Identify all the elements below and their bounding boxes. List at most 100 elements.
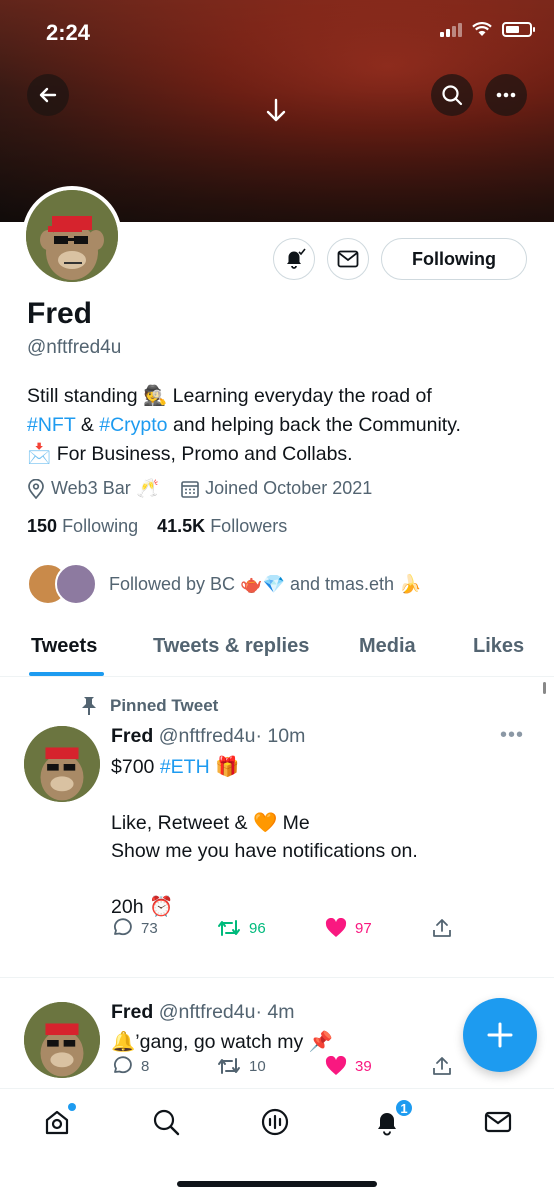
reply-button[interactable]: 73 (111, 917, 158, 939)
home-indicator[interactable] (177, 1181, 377, 1187)
back-button[interactable] (27, 74, 69, 116)
tweet-divider (0, 977, 554, 978)
gift-emoji-icon: 🎁 (215, 756, 240, 778)
battery-icon (502, 22, 535, 37)
tweet-avatar[interactable] (24, 1002, 100, 1078)
compose-tweet-button[interactable] (463, 998, 537, 1072)
spaces-microphone-icon (261, 1108, 289, 1136)
reply-icon (114, 918, 132, 936)
envelope-emoji-icon: 📩 (27, 443, 52, 465)
hashtag-link[interactable]: #Crypto (99, 414, 167, 436)
new-content-dot (68, 1103, 76, 1111)
followed-by-row[interactable]: Followed by BC 🫖💎 and tmas.eth 🍌 (27, 563, 421, 605)
following-label: Following (62, 516, 139, 536)
joined-date: Joined October 2021 (205, 478, 373, 498)
pinned-tweet-label: Pinned Tweet (80, 696, 218, 716)
tweet-more-button[interactable]: ••• (500, 724, 524, 747)
status-icons (440, 22, 535, 37)
tweet-author-name[interactable]: Fred (111, 725, 153, 747)
tweet-author-name[interactable]: Fred (111, 1001, 153, 1023)
detective-emoji-icon: 🕵️ (142, 385, 168, 407)
profile-tabs: Tweets Tweets & replies Media Likes (0, 625, 554, 677)
like-button[interactable]: 39 (325, 1056, 372, 1076)
heart-filled-icon (325, 1056, 347, 1075)
nav-notifications[interactable]: 1 (370, 1098, 414, 1139)
nav-spaces[interactable] (258, 1105, 292, 1139)
plus-icon (487, 1022, 513, 1048)
bio-text: Learning everyday the road of (167, 385, 432, 407)
reply-icon (114, 1056, 132, 1074)
envelope-icon (484, 1111, 512, 1133)
follower-avatar (55, 563, 97, 605)
bell-emoji-icon: 🔔 (111, 1031, 136, 1053)
search-icon (153, 1109, 180, 1136)
clinking-glasses-emoji-icon: 🥂 (136, 478, 160, 498)
following-count-link[interactable]: 150 Following (27, 516, 138, 536)
profile-bio: Still standing 🕵️ Learning everyday the … (27, 382, 527, 469)
profile-avatar[interactable] (22, 186, 122, 286)
profile-name: Fred (27, 297, 93, 330)
scrollbar[interactable] (543, 682, 546, 694)
like-button[interactable]: 97 (325, 918, 372, 938)
pushpin-emoji-icon: 📌 (308, 1031, 333, 1053)
tweet-body: $700 #ETH 🎁 Like, Retweet & 🧡 Me Show me… (111, 756, 418, 918)
banana-emoji-icon: 🍌 (399, 573, 422, 594)
tweet-author-handle: @nftfred4u (158, 725, 256, 747)
following-button[interactable]: Following (381, 238, 527, 280)
search-button[interactable] (431, 74, 473, 116)
signal-icon (440, 22, 462, 37)
tab-media[interactable]: Media (359, 635, 416, 658)
tab-tweets[interactable]: Tweets (31, 635, 97, 658)
gem-emoji-icon: 💎 (262, 573, 285, 594)
heart-filled-icon (325, 918, 347, 937)
tweet-header: Fred @nftfred4u· 10m (111, 725, 305, 748)
envelope-icon (337, 250, 359, 268)
teapot-emoji-icon: 🫖 (240, 573, 263, 594)
ape-avatar-image (26, 190, 118, 282)
tab-tweets-replies[interactable]: Tweets & replies (153, 635, 309, 658)
share-button[interactable] (431, 917, 453, 939)
profile-handle: @nftfred4u (27, 337, 122, 358)
active-tab-indicator (29, 672, 104, 676)
notifications-bell-button[interactable] (273, 238, 315, 280)
hashtag-link[interactable]: #NFT (27, 414, 75, 436)
follow-counts: 150 Following 41.5K Followers (27, 516, 287, 537)
tweet-time: · 4m (255, 1001, 295, 1023)
reply-button[interactable]: 8 (111, 1055, 149, 1077)
ape-avatar-image (24, 726, 100, 802)
notification-badge: 1 (394, 1098, 414, 1118)
bio-text: and helping back the Community. (167, 414, 461, 436)
tweet-header: Fred @nftfred4u· 4m (111, 1001, 294, 1024)
location-pin-icon (28, 478, 44, 499)
pin-icon (82, 697, 96, 715)
orange-heart-emoji-icon: 🧡 (252, 812, 278, 834)
bell-with-check-icon (287, 248, 306, 269)
nav-messages[interactable] (481, 1105, 515, 1139)
nav-search[interactable] (149, 1105, 183, 1139)
status-time: 2:24 (46, 20, 91, 45)
tweet-time: · 10m (255, 725, 306, 747)
followed-by-text: Followed by BC 🫖💎 and tmas.eth 🍌 (109, 573, 422, 594)
share-button[interactable] (431, 1055, 453, 1077)
bio-text: & (75, 414, 100, 436)
hashtag-link[interactable]: #ETH (160, 756, 210, 778)
home-icon (45, 1110, 69, 1135)
calendar-icon (181, 480, 199, 498)
back-arrow-icon (39, 87, 57, 103)
more-options-button[interactable] (485, 74, 527, 116)
nav-home[interactable] (40, 1103, 76, 1139)
retweet-icon (218, 920, 240, 936)
following-count: 150 (27, 516, 58, 536)
followers-count: 41.5K (157, 516, 206, 536)
message-button[interactable] (327, 238, 369, 280)
retweet-button[interactable]: 10 (217, 1056, 266, 1076)
wifi-icon (472, 22, 492, 36)
retweet-button[interactable]: 96 (217, 918, 266, 938)
tweet-avatar[interactable] (24, 726, 100, 802)
tab-likes[interactable]: Likes (473, 635, 524, 658)
followers-count-link[interactable]: 41.5K Followers (157, 516, 287, 536)
location-text: Web3 Bar (51, 478, 131, 498)
pull-down-arrow-icon (262, 96, 290, 129)
followers-label: Followers (210, 516, 288, 536)
more-horizontal-icon (496, 92, 516, 98)
